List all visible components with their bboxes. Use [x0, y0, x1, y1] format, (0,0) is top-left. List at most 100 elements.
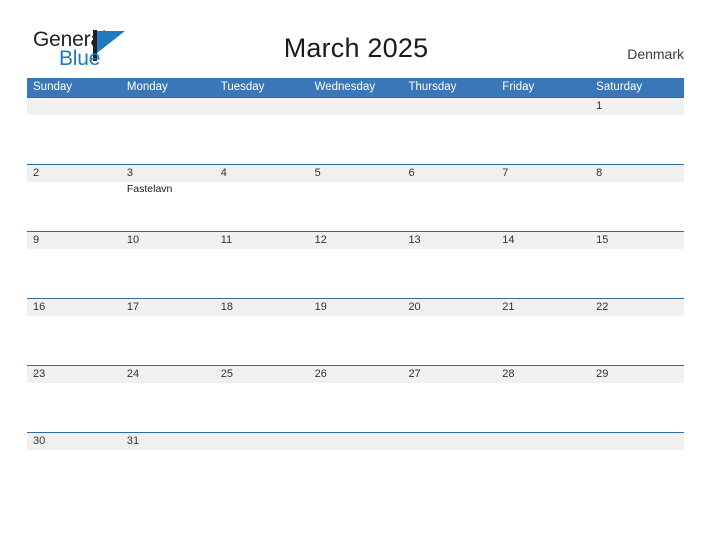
day-number: 14 [502, 234, 515, 246]
calendar-week-row: 2 3 Fastelavn 4 5 6 7 8 [27, 164, 685, 231]
day-number-band: 17 [120, 299, 215, 316]
calendar-day-cell-empty [402, 98, 497, 164]
calendar-day-cell[interactable]: 5 [308, 165, 403, 231]
calendar-day-cell-empty [214, 98, 309, 164]
day-number-band: 21 [496, 299, 591, 316]
day-number-band [496, 98, 591, 115]
day-number-band: 7 [496, 165, 591, 182]
day-number-band: 10 [120, 232, 215, 249]
page-header: General Blue March 2025 Denmark [0, 0, 712, 76]
calendar-day-cell-empty [496, 98, 591, 164]
day-number: 22 [596, 301, 609, 313]
calendar-day-cell[interactable]: 21 [496, 299, 591, 365]
calendar-day-cell[interactable]: 7 [496, 165, 591, 231]
calendar-day-cell[interactable]: 25 [214, 366, 309, 432]
day-number: 3 [126, 167, 133, 179]
day-number-band [402, 98, 497, 115]
calendar-weeks: 1 2 3 Fastelavn 4 5 6 7 8 9 10 11 12 13 14 15 16 17 18 19 20… [27, 97, 685, 465]
calendar-page: General Blue March 2025 Denmark Sunday M… [0, 0, 712, 550]
day-number: 13 [408, 234, 421, 246]
weekday-header-friday: Friday [502, 81, 535, 93]
day-number-band: 27 [402, 366, 497, 383]
day-number-band: 20 [402, 299, 497, 316]
day-number-band [308, 98, 403, 115]
day-number-band: 2 [27, 165, 121, 182]
weekday-header-sunday: Sunday [33, 81, 73, 93]
calendar-day-cell[interactable]: 18 [214, 299, 309, 365]
region-label: Denmark [627, 46, 684, 62]
calendar-week-row: 1 [27, 97, 685, 164]
day-number-band: 19 [308, 299, 403, 316]
day-number: 26 [314, 368, 327, 380]
day-number: 27 [408, 368, 421, 380]
weekday-header-tuesday: Tuesday [220, 81, 265, 93]
calendar-day-cell[interactable]: 16 [27, 299, 121, 365]
calendar-grid: Sunday Monday Tuesday Wednesday Thursday… [27, 78, 685, 465]
calendar-day-cell[interactable]: 3 Fastelavn [120, 165, 215, 231]
calendar-day-cell[interactable]: 9 [27, 232, 121, 298]
calendar-day-cell[interactable]: 14 [496, 232, 591, 298]
day-number-band [590, 433, 685, 450]
calendar-day-cell[interactable]: 20 [402, 299, 497, 365]
calendar-day-cell-empty [308, 98, 403, 164]
day-number: 24 [126, 368, 140, 380]
day-number-band: 8 [590, 165, 685, 182]
day-number-band: 15 [590, 232, 685, 249]
day-number: 15 [596, 234, 609, 246]
day-number: 10 [126, 234, 140, 246]
day-number-band: 23 [27, 366, 121, 383]
day-number-band [402, 433, 497, 450]
weekday-header-monday: Monday [126, 81, 168, 93]
calendar-day-cell[interactable]: 31 [120, 433, 215, 465]
calendar-day-cell[interactable]: 11 [214, 232, 309, 298]
day-number-band [120, 98, 215, 115]
day-number: 4 [220, 167, 227, 179]
calendar-day-cell[interactable]: 15 [590, 232, 685, 298]
calendar-day-cell[interactable]: 22 [590, 299, 685, 365]
calendar-day-cell[interactable]: 29 [590, 366, 685, 432]
calendar-day-cell[interactable]: 26 [308, 366, 403, 432]
calendar-day-cell[interactable]: 1 [590, 98, 685, 164]
day-number-band [308, 433, 403, 450]
calendar-day-cell[interactable]: 30 [27, 433, 121, 465]
day-number: 25 [220, 368, 233, 380]
day-number-band: 13 [402, 232, 497, 249]
calendar-day-cell[interactable]: 17 [120, 299, 215, 365]
day-number: 28 [502, 368, 515, 380]
weekday-header-saturday: Saturday [596, 81, 643, 93]
calendar-day-cell[interactable]: 27 [402, 366, 497, 432]
day-number-band: 18 [214, 299, 309, 316]
page-title: March 2025 [283, 33, 429, 63]
day-number-band [496, 433, 591, 450]
day-number-band [214, 98, 309, 115]
day-number: 7 [502, 167, 509, 179]
day-number-band: 31 [120, 433, 215, 450]
calendar-day-cell[interactable]: 12 [308, 232, 403, 298]
day-number: 18 [220, 301, 233, 313]
day-number-band: 16 [27, 299, 121, 316]
calendar-day-cell[interactable]: 13 [402, 232, 497, 298]
day-number-band: 9 [27, 232, 121, 249]
calendar-day-cell[interactable]: 8 [590, 165, 685, 231]
day-number-band: 11 [214, 232, 309, 249]
day-number: 30 [33, 435, 46, 447]
calendar-day-cell[interactable]: 24 [120, 366, 215, 432]
calendar-day-cell[interactable]: 19 [308, 299, 403, 365]
day-number-band [214, 433, 309, 450]
calendar-day-cell[interactable]: 4 [214, 165, 309, 231]
calendar-day-cell[interactable]: 10 [120, 232, 215, 298]
day-events: Fastelavn [121, 182, 215, 196]
day-number-band: 12 [308, 232, 403, 249]
calendar-day-cell[interactable]: 6 [402, 165, 497, 231]
calendar-day-cell-empty [496, 433, 591, 465]
day-number-band: 26 [308, 366, 403, 383]
day-number: 16 [33, 301, 46, 313]
day-number: 21 [502, 301, 515, 313]
calendar-day-cell[interactable]: 2 [27, 165, 121, 231]
day-number: 19 [314, 301, 327, 313]
day-number-band: 4 [214, 165, 309, 182]
calendar-day-cell[interactable]: 23 [27, 366, 121, 432]
weekday-header-wednesday: Wednesday [314, 81, 376, 93]
calendar-day-cell[interactable]: 28 [496, 366, 591, 432]
day-number: 8 [596, 167, 603, 179]
